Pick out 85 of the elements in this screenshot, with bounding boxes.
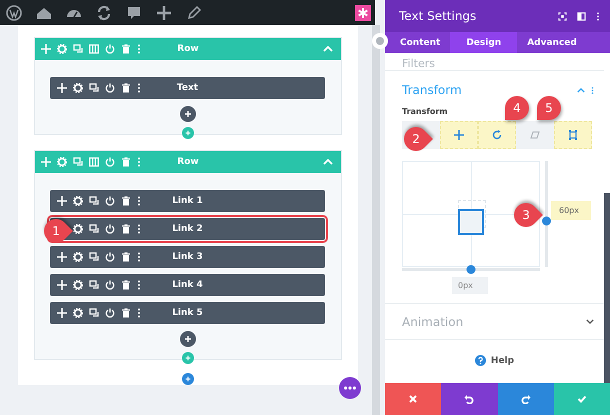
- field-label: Transform: [402, 107, 448, 116]
- scrollbar[interactable]: [604, 193, 610, 383]
- module-title: Link 3: [172, 252, 203, 262]
- move-icon[interactable]: [57, 280, 67, 290]
- trash-icon[interactable]: [121, 196, 131, 206]
- row-title: Row: [177, 44, 199, 54]
- panel-tab[interactable]: Advanced: [517, 32, 587, 53]
- module-bar[interactable]: Text: [50, 77, 325, 99]
- undo-icon: [464, 394, 474, 404]
- scrollbar[interactable]: [372, 25, 380, 415]
- power-icon[interactable]: [105, 308, 115, 318]
- panel-tab[interactable]: Design: [450, 32, 518, 53]
- move-icon: [454, 130, 464, 140]
- help-icon[interactable]: [474, 355, 486, 366]
- expand-icon[interactable]: [558, 12, 567, 20]
- module-bar[interactable]: Link 3: [50, 246, 325, 268]
- slider-thumb[interactable]: [542, 216, 551, 226]
- settings-icon[interactable]: [73, 252, 83, 262]
- row-title: Row: [177, 157, 199, 167]
- duplicate-icon[interactable]: [89, 308, 99, 318]
- move-icon[interactable]: [57, 196, 67, 206]
- help-link[interactable]: Help: [490, 356, 514, 366]
- settings-icon[interactable]: [73, 224, 83, 234]
- trash-icon[interactable]: [121, 83, 131, 93]
- more-icon[interactable]: [137, 196, 141, 206]
- more-icon[interactable]: [137, 252, 141, 262]
- module-title: Text: [176, 83, 198, 93]
- settings-icon[interactable]: [73, 308, 83, 318]
- duplicate-icon[interactable]: [89, 280, 99, 290]
- move-icon[interactable]: [57, 252, 67, 262]
- add-module-button[interactable]: [180, 331, 196, 347]
- more-icon[interactable]: [137, 224, 141, 234]
- trash-icon[interactable]: [121, 224, 131, 234]
- module-bar[interactable]: Link 5: [50, 302, 325, 324]
- value-field[interactable]: 0px: [452, 277, 488, 294]
- rotate-tab[interactable]: [478, 121, 516, 149]
- slider-thumb[interactable]: [466, 265, 476, 274]
- rotate-icon: [492, 130, 502, 140]
- power-icon[interactable]: [105, 224, 115, 234]
- add-module-button[interactable]: [180, 106, 196, 122]
- sync-icon[interactable]: [96, 4, 112, 20]
- power-icon[interactable]: [105, 252, 115, 262]
- duplicate-icon[interactable]: [89, 224, 99, 234]
- plus-icon[interactable]: [156, 4, 172, 20]
- panel-title: Text Settings: [399, 9, 478, 23]
- more-icon[interactable]: [137, 83, 141, 93]
- module-title: Link 2: [172, 224, 203, 234]
- module-bar[interactable]: Link 1: [50, 190, 325, 212]
- module-bar[interactable]: Link 4: [50, 274, 325, 296]
- power-icon[interactable]: [105, 83, 115, 93]
- duplicate-icon[interactable]: [89, 196, 99, 206]
- origin-tab[interactable]: [554, 121, 592, 149]
- power-icon[interactable]: [105, 280, 115, 290]
- more-icon[interactable]: [137, 308, 141, 318]
- wordpress-logo-icon[interactable]: [6, 4, 22, 20]
- origin-icon: [568, 130, 578, 140]
- add-section-button[interactable]: [180, 373, 196, 385]
- settings-icon[interactable]: [73, 196, 83, 206]
- more-options-button[interactable]: [339, 377, 361, 399]
- trash-icon[interactable]: [121, 308, 131, 318]
- comment-icon[interactable]: [126, 4, 142, 20]
- chevron-icon[interactable]: [586, 319, 594, 324]
- duplicate-icon[interactable]: [89, 83, 99, 93]
- parallelogram-icon: [530, 130, 540, 140]
- split-view-icon[interactable]: [577, 12, 586, 20]
- checkmark-icon: [576, 394, 587, 404]
- trash-icon[interactable]: [121, 252, 131, 262]
- settings-icon[interactable]: [73, 280, 83, 290]
- module-title: Link 5: [172, 308, 203, 318]
- more-icon[interactable]: [137, 280, 141, 290]
- settings-icon[interactable]: [73, 83, 83, 93]
- move-icon[interactable]: [57, 308, 67, 318]
- close-icon: [408, 394, 418, 404]
- value-field[interactable]: 60px: [551, 201, 591, 220]
- trash-icon[interactable]: [121, 280, 131, 290]
- more-icon[interactable]: [596, 12, 600, 20]
- panel-tab[interactable]: Content: [390, 32, 450, 53]
- module-title: Link 1: [172, 196, 203, 206]
- duplicate-icon[interactable]: [89, 252, 99, 262]
- move-icon[interactable]: [57, 83, 67, 93]
- module-title: Link 4: [172, 280, 203, 290]
- redo-icon: [520, 394, 531, 404]
- pencil-icon[interactable]: [186, 4, 202, 20]
- asterisk-icon[interactable]: [355, 4, 371, 20]
- power-icon[interactable]: [105, 196, 115, 206]
